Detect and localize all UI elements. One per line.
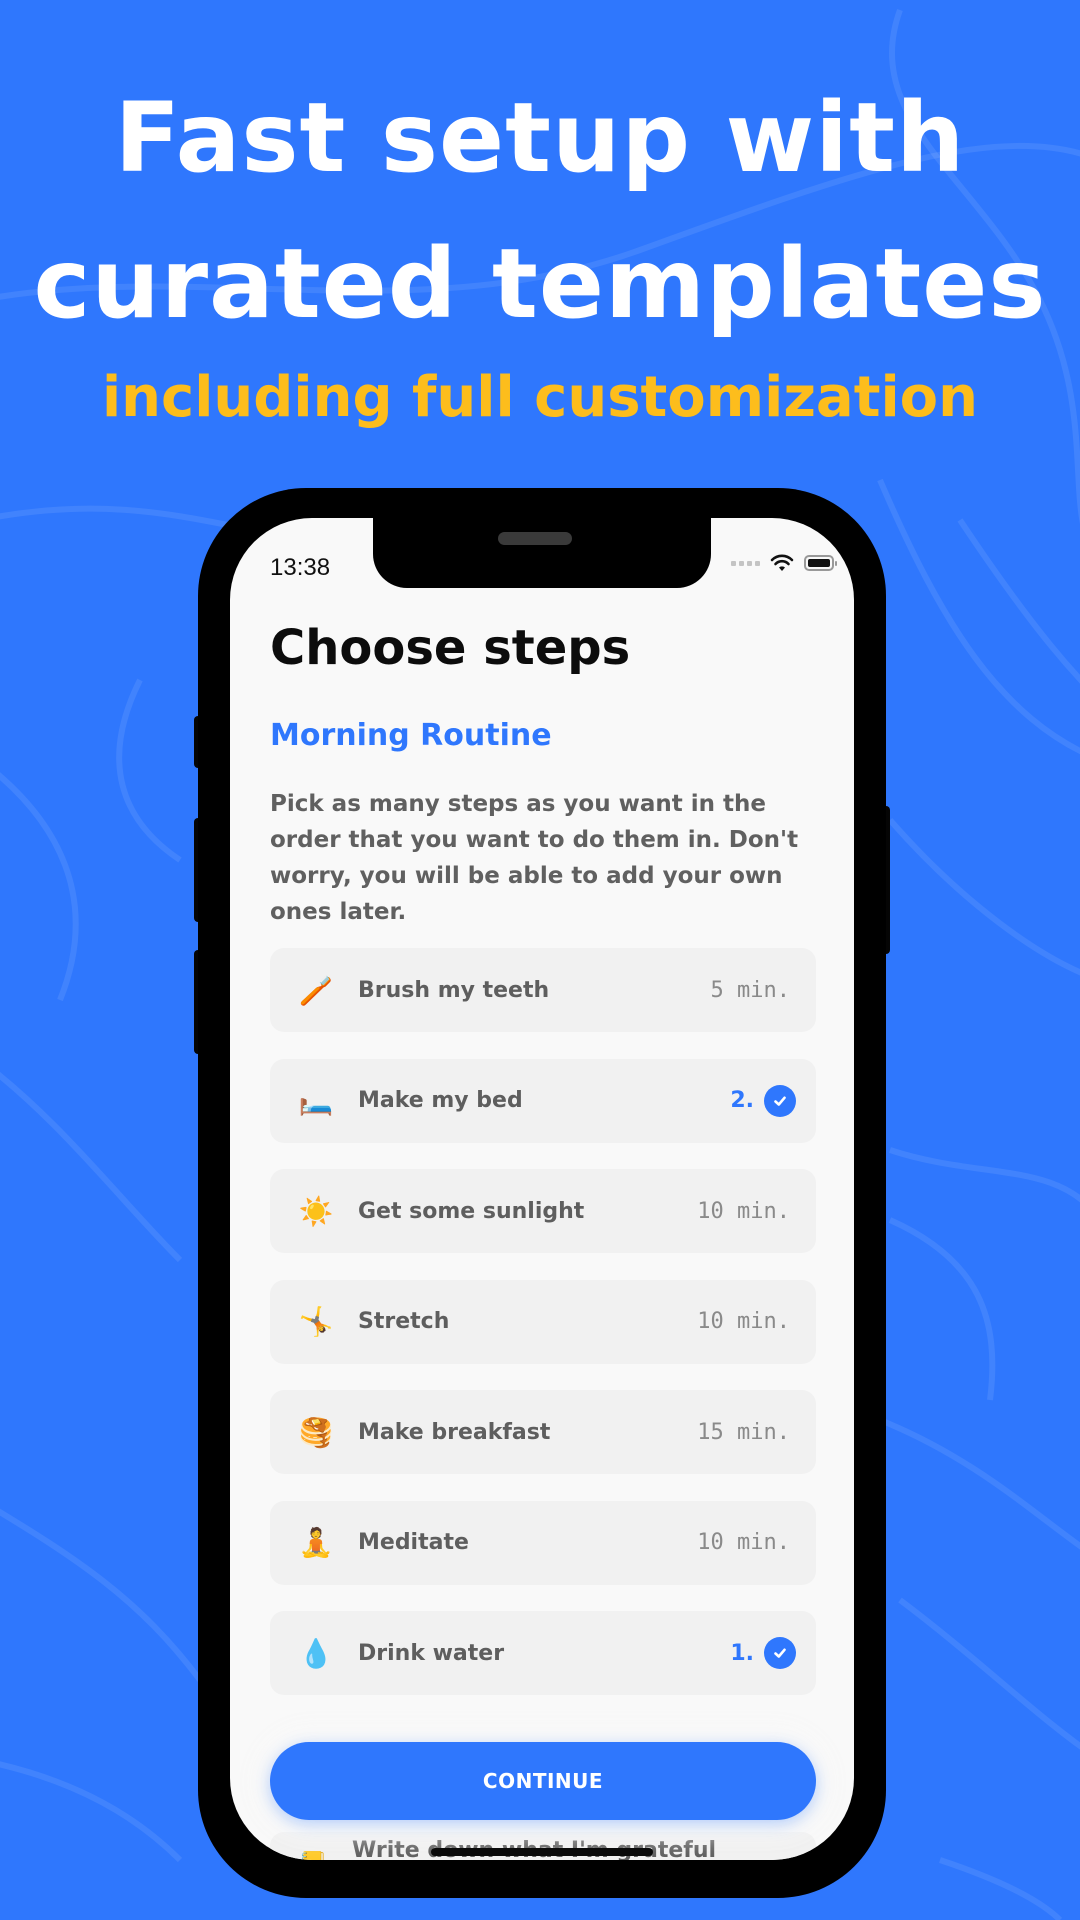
instructions-text: Pick as many steps as you want in the or… <box>270 791 799 925</box>
step-label: Make breakfast <box>358 1419 551 1445</box>
checkmark-icon[interactable] <box>764 1084 796 1117</box>
status-icons <box>731 554 837 572</box>
status-time: 13:38 <box>270 554 331 581</box>
step-order-number: 1. <box>730 1640 754 1666</box>
notebook-icon: 📒 <box>298 1850 328 1860</box>
step-item[interactable]: 🥞 Make breakfast 15 min. <box>270 1390 816 1474</box>
continue-button-container: CONTINUE <box>270 1742 816 1822</box>
step-label: Make my bed <box>358 1088 523 1113</box>
continue-button[interactable]: CONTINUE <box>270 1742 816 1820</box>
routine-name: Morning Routine <box>270 718 552 753</box>
step-item[interactable]: 🪥 Brush my teeth 5 min. <box>270 948 816 1032</box>
headline-line-1: Fast setup with <box>114 82 966 194</box>
checkmark-icon[interactable] <box>764 1637 796 1669</box>
step-label: Brush my teeth <box>358 977 550 1003</box>
steps-list: 🪥 Brush my teeth 5 min. 🛏️ Make my bed 2. ☀️ Ge… <box>270 948 816 1722</box>
step-duration: 15 min. <box>697 1419 790 1445</box>
wifi-icon <box>770 554 794 571</box>
step-order-number: 2. <box>730 1088 754 1113</box>
phone-frame: 13:38 Choose steps Morning Routine Pick … <box>198 488 886 1898</box>
signal-icon <box>731 560 760 566</box>
step-duration: 5 min. <box>710 977 790 1003</box>
step-label: Drink water <box>358 1640 505 1666</box>
toothbrush-icon: 🪥 <box>298 973 334 1007</box>
page-title: Choose steps <box>270 620 631 676</box>
step-item[interactable]: 🛏️ Make my bed 2. <box>270 1058 816 1143</box>
battery-icon <box>804 555 837 571</box>
headline-line-2: curated templates <box>33 228 1047 340</box>
step-duration: 10 min. <box>697 1198 790 1224</box>
subheadline: including full customization <box>101 365 979 430</box>
step-duration: 10 min. <box>697 1309 790 1334</box>
phone-screen: 13:38 Choose steps Morning Routine Pick … <box>230 518 854 1860</box>
step-label: Meditate <box>358 1530 469 1555</box>
speaker-grille <box>498 532 572 545</box>
step-item[interactable]: 💧 Drink water 1. <box>270 1611 816 1695</box>
step-item[interactable]: 🤸 Stretch 10 min. <box>270 1279 816 1364</box>
bed-icon: 🛏️ <box>298 1084 334 1117</box>
step-duration: 10 min. <box>697 1530 790 1555</box>
cartwheel-icon: 🤸 <box>298 1305 334 1338</box>
step-item[interactable]: 🧘 Meditate 10 min. <box>270 1500 816 1585</box>
water-drop-icon: 💧 <box>298 1636 334 1670</box>
step-label: Stretch <box>358 1309 450 1334</box>
pancakes-icon: 🥞 <box>298 1415 334 1449</box>
home-indicator[interactable] <box>431 1848 653 1856</box>
notch <box>373 518 711 588</box>
step-label: Get some sunlight <box>358 1198 585 1224</box>
meditation-icon: 🧘 <box>298 1526 334 1559</box>
sun-icon: ☀️ <box>298 1194 334 1228</box>
step-item[interactable]: ☀️ Get some sunlight 10 min. <box>270 1169 816 1253</box>
